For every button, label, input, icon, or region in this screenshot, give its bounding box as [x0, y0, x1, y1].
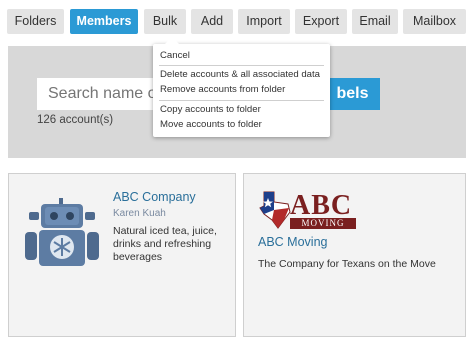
account-card[interactable]: ABC MOVING ABC Moving The Company for Te… [243, 173, 466, 337]
card-title[interactable]: ABC Moving [258, 235, 327, 249]
account-card[interactable]: ABC Company Karen Kuah Natural iced tea,… [8, 173, 236, 337]
bulk-dropdown-menu: Cancel Delete accounts & all associated … [153, 37, 330, 137]
logo-tagline: MOVING [290, 218, 356, 229]
abc-moving-logo: ABC MOVING [258, 188, 388, 232]
tab-email[interactable]: Email [352, 9, 398, 34]
tab-mailbox[interactable]: Mailbox [403, 9, 466, 34]
menu-item-copy-to-folder[interactable]: Copy accounts to folder [160, 104, 261, 115]
menu-item-move-to-folder[interactable]: Move accounts to folder [160, 119, 262, 130]
menu-item-remove-from-folder[interactable]: Remove accounts from folder [160, 84, 285, 95]
menu-divider [159, 100, 324, 101]
tab-bulk[interactable]: Bulk [144, 9, 186, 34]
card-title[interactable]: ABC Company [113, 190, 196, 204]
tab-import[interactable]: Import [238, 9, 290, 34]
menu-item-cancel[interactable]: Cancel [160, 50, 190, 61]
card-description: Natural iced tea, juice, drinks and refr… [113, 225, 217, 263]
tab-members[interactable]: Members [70, 9, 138, 34]
labels-button[interactable]: bels [325, 78, 380, 110]
robot-avatar-icon [25, 198, 99, 266]
card-description: The Company for Texans on the Move [258, 258, 436, 270]
menu-divider [159, 65, 324, 66]
menu-item-delete-accounts[interactable]: Delete accounts & all associated data [160, 69, 320, 80]
tab-folders[interactable]: Folders [7, 9, 64, 34]
card-subtitle: Karen Kuah [113, 208, 166, 219]
tab-export[interactable]: Export [295, 9, 347, 34]
tab-add[interactable]: Add [191, 9, 233, 34]
account-count: 126 account(s) [37, 114, 114, 126]
top-toolbar: Folders Members Bulk Add Import Export E… [0, 0, 474, 38]
texas-flag-icon [259, 191, 291, 229]
